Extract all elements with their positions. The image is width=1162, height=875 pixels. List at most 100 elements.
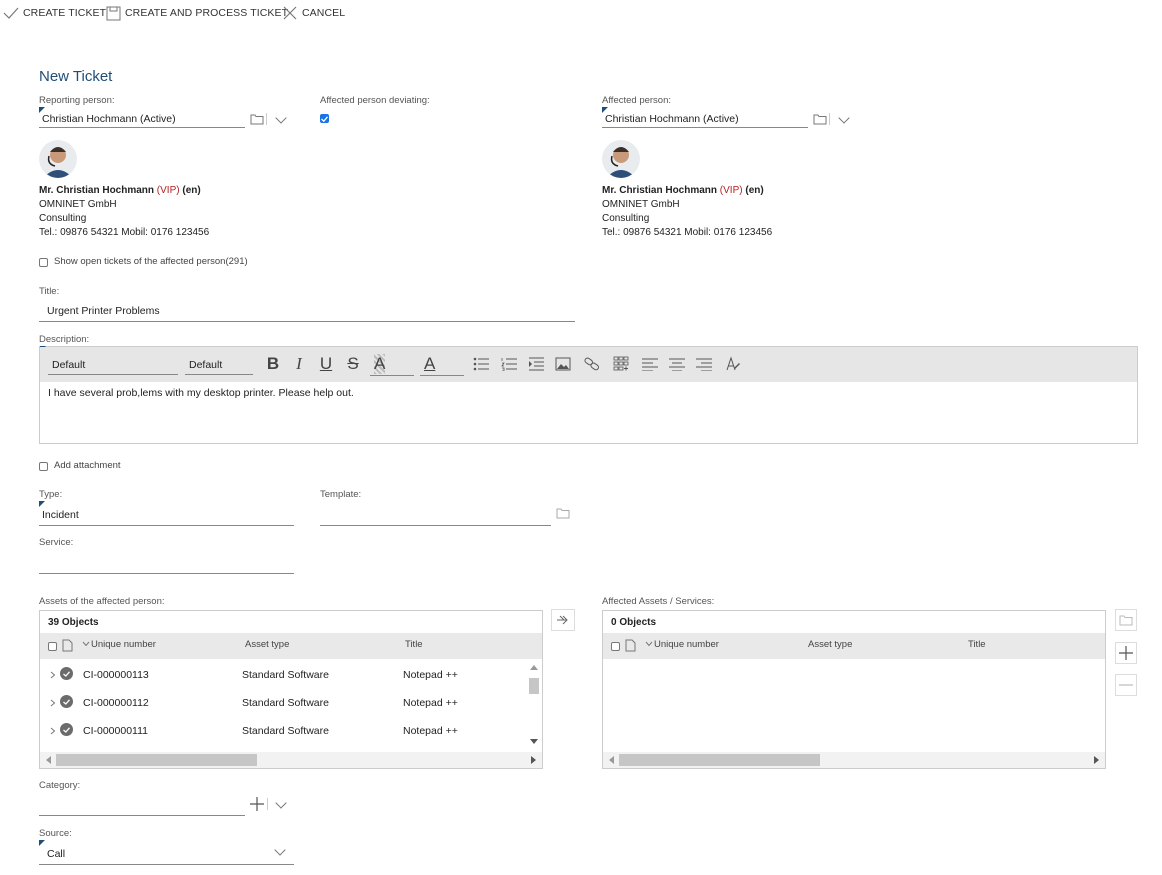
affected-person-field[interactable]: Christian Hochmann (Active) <box>602 107 808 128</box>
image-icon[interactable] <box>554 353 572 375</box>
assets-grid: 39 Objects Unique number Asset type Titl… <box>39 610 543 769</box>
status-ok-icon <box>60 667 73 680</box>
text-color-icon[interactable]: A <box>420 353 464 376</box>
deviating-checkbox[interactable] <box>320 114 329 123</box>
title-input[interactable]: Urgent Printer Problems <box>39 300 575 322</box>
column-unique-number[interactable]: Unique number <box>91 639 156 650</box>
close-icon <box>283 6 297 20</box>
template-field[interactable] <box>320 504 551 526</box>
create-and-process-button[interactable]: CREATE AND PROCESS TICKET <box>106 4 288 22</box>
add-to-affected-button[interactable] <box>551 609 575 631</box>
column-unique-number[interactable]: Unique number <box>654 639 719 650</box>
folder-icon[interactable] <box>813 112 827 126</box>
scroll-left-icon[interactable] <box>609 756 614 764</box>
link-icon[interactable] <box>583 353 601 375</box>
affected-assets-grid: 0 Objects Unique number Asset type Title <box>602 610 1106 769</box>
service-label: Service: <box>39 537 74 548</box>
deviating-label: Affected person deviating: <box>320 95 430 106</box>
cancel-button[interactable]: CANCEL <box>282 4 345 22</box>
scroll-up-icon[interactable] <box>530 665 538 671</box>
template-label: Template: <box>320 489 362 500</box>
chevron-down-icon[interactable] <box>838 112 850 126</box>
person-name: Mr. Christian Hochmann <box>39 185 155 196</box>
affected-grid-header: Unique number Asset type Title <box>603 633 1105 659</box>
underline-icon[interactable]: U <box>318 353 334 375</box>
align-left-icon[interactable] <box>641 353 659 375</box>
numbered-list-icon[interactable] <box>500 353 518 375</box>
avatar <box>602 140 640 178</box>
sort-down-icon[interactable] <box>645 641 653 647</box>
affected-count: 0 Objects <box>611 616 657 628</box>
scroll-down-icon[interactable] <box>530 739 538 745</box>
select-all-checkbox[interactable] <box>48 642 57 651</box>
strikethrough-icon[interactable]: S <box>345 353 361 375</box>
vip-badge: (VIP) <box>719 185 743 196</box>
cell-title: Notepad ++ <box>403 697 458 709</box>
save-icon <box>106 6 121 20</box>
scroll-right-icon[interactable] <box>1094 756 1099 764</box>
affected-person-value: Christian Hochmann (Active) <box>605 112 739 125</box>
folder-icon <box>1119 615 1133 626</box>
align-right-icon[interactable] <box>695 353 713 375</box>
bold-icon[interactable]: B <box>265 353 281 375</box>
source-label: Source: <box>39 828 72 839</box>
column-asset-type[interactable]: Asset type <box>808 639 852 650</box>
align-center-icon[interactable] <box>668 353 686 375</box>
table-row[interactable]: CI-000000113 Standard Software Notepad +… <box>40 661 527 689</box>
add-attachment-checkbox[interactable] <box>39 462 48 471</box>
assets-grid-body: CI-000000113 Standard Software Notepad +… <box>40 661 527 751</box>
scroll-thumb[interactable] <box>529 678 539 694</box>
description-editor[interactable]: Default Default B I U S A A I have sever… <box>39 346 1138 444</box>
italic-icon[interactable]: I <box>291 353 307 375</box>
source-select[interactable]: Call <box>39 840 294 865</box>
person-name: Mr. Christian Hochmann <box>602 185 718 196</box>
horizontal-scrollbar[interactable] <box>603 752 1105 768</box>
column-title[interactable]: Title <box>405 639 423 650</box>
table-icon[interactable] <box>612 353 630 375</box>
description-label: Description: <box>39 334 90 345</box>
horizontal-scrollbar[interactable] <box>40 752 542 768</box>
column-asset-type[interactable]: Asset type <box>245 639 289 650</box>
clear-format-icon[interactable] <box>724 353 742 375</box>
folder-icon[interactable] <box>556 506 570 520</box>
scroll-thumb[interactable] <box>619 754 820 766</box>
remove-asset-button[interactable] <box>1115 674 1137 696</box>
service-field[interactable] <box>39 552 294 574</box>
category-field[interactable] <box>39 796 245 816</box>
chevron-down-icon[interactable] <box>275 797 287 811</box>
indent-icon[interactable] <box>527 353 545 375</box>
type-select[interactable]: Incident <box>39 501 294 526</box>
chevron-right-icon[interactable] <box>50 699 56 707</box>
font-family-select[interactable]: Default <box>48 355 178 375</box>
create-ticket-label: CREATE TICKET <box>23 7 107 19</box>
column-title[interactable]: Title <box>968 639 986 650</box>
person-language: (en) <box>182 185 201 196</box>
cell-asset-type: Standard Software <box>242 669 329 681</box>
add-asset-button[interactable] <box>1115 642 1137 664</box>
table-row[interactable]: CI-000000111 Standard Software Notepad +… <box>40 717 527 745</box>
select-all-checkbox[interactable] <box>611 642 620 651</box>
description-text[interactable]: I have several prob,lems with my desktop… <box>40 382 1137 404</box>
vertical-scrollbar[interactable] <box>526 661 542 751</box>
plus-icon[interactable] <box>250 797 264 811</box>
scroll-right-icon[interactable] <box>531 756 536 764</box>
document-icon <box>625 639 636 652</box>
folder-icon[interactable] <box>250 112 264 126</box>
create-ticket-button[interactable]: CREATE TICKET <box>3 4 106 22</box>
table-row[interactable]: CI-000000112 Standard Software Notepad +… <box>40 689 527 717</box>
reporting-person-label: Reporting person: <box>39 95 115 106</box>
assets-grid-header: Unique number Asset type Title <box>40 633 542 659</box>
open-folder-button[interactable] <box>1115 609 1137 631</box>
highlight-color-icon[interactable]: A <box>370 353 414 376</box>
chevron-down-icon[interactable] <box>275 112 287 126</box>
scroll-left-icon[interactable] <box>46 756 51 764</box>
scroll-thumb[interactable] <box>56 754 257 766</box>
reporting-person-field[interactable]: Christian Hochmann (Active) <box>39 107 245 128</box>
bullet-list-icon[interactable] <box>472 353 490 375</box>
sort-down-icon[interactable] <box>82 641 90 647</box>
chevron-right-icon[interactable] <box>50 671 56 679</box>
cell-unique-number: CI-000000113 <box>83 669 149 681</box>
chevron-right-icon[interactable] <box>50 727 56 735</box>
font-size-select[interactable]: Default <box>185 355 253 375</box>
open-tickets-checkbox[interactable] <box>39 258 48 267</box>
